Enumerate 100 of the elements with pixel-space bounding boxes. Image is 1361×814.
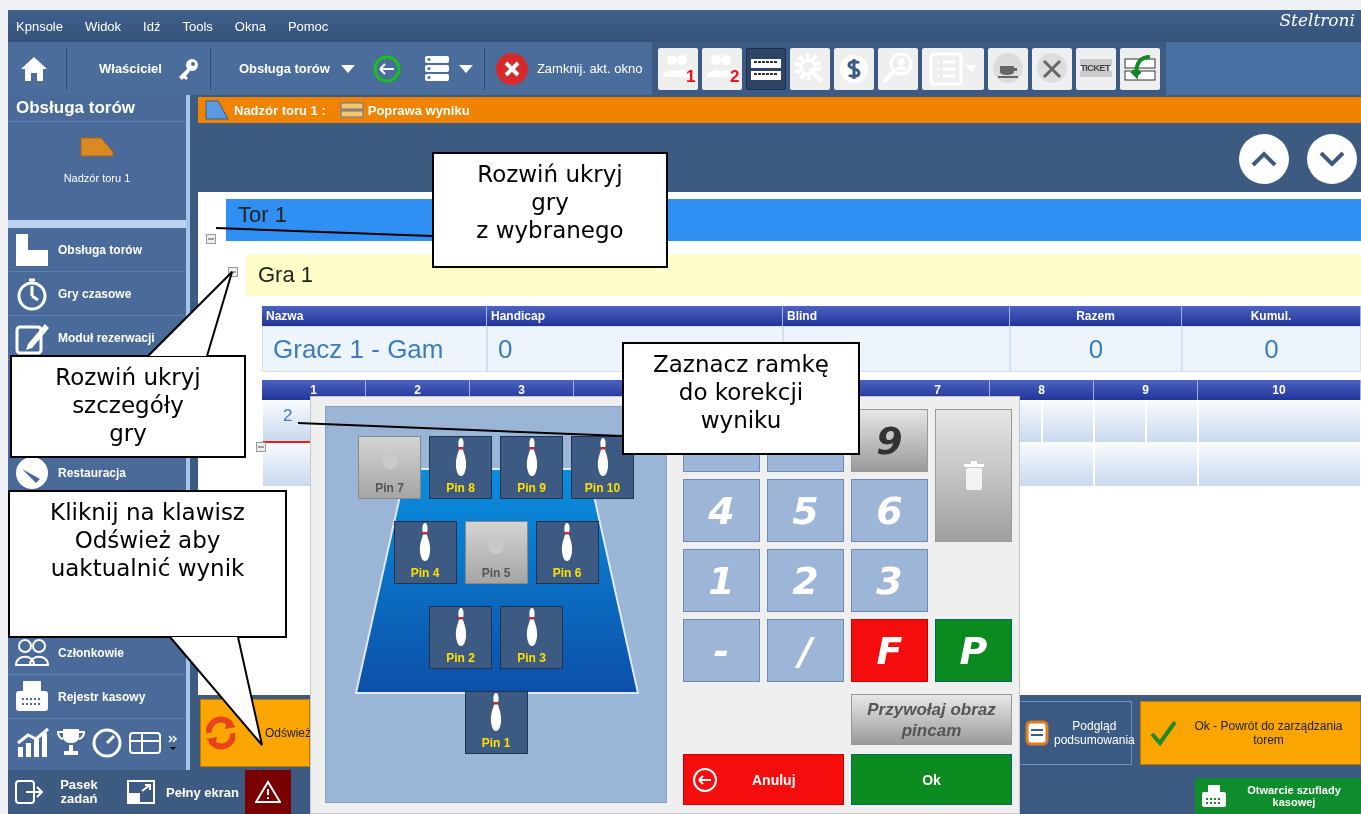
key-button[interactable]: F [851, 619, 928, 682]
toolbar-button[interactable] [1032, 47, 1073, 90]
toolbar-button[interactable] [878, 47, 919, 90]
frame-total-cell[interactable] [1198, 443, 1361, 487]
score-cell[interactable] [1094, 400, 1146, 443]
server-icon[interactable] [423, 54, 450, 83]
badge-number: 2 [729, 66, 740, 87]
menu-item[interactable]: Idź [143, 18, 161, 34]
menu-item[interactable]: Pomoc [287, 18, 329, 34]
toolbar-button[interactable]: 2 [702, 47, 743, 90]
pin-button[interactable]: Pin 5 [464, 521, 528, 584]
lane-item[interactable]: Nadzór toru 1 [63, 136, 131, 184]
pin-button[interactable]: Pin 6 [535, 521, 599, 584]
collapse-icon[interactable] [228, 267, 238, 277]
toolbar-button[interactable]: TICKET [1076, 47, 1117, 90]
warning-button[interactable] [245, 770, 291, 814]
pincam-button[interactable]: Przywołaj obraz pincam [851, 694, 1012, 745]
game-header[interactable]: Gra 1 [246, 254, 1361, 296]
column-header: Razem [1010, 306, 1182, 326]
scroll-down-button[interactable] [1307, 133, 1357, 184]
cash-drawer-button[interactable]: Otwarcie szuflady kasowej [1195, 778, 1361, 814]
ticket-label: TICKET [1080, 62, 1110, 73]
menu-item[interactable]: Widok [85, 18, 122, 34]
key-button[interactable]: P [935, 619, 1012, 682]
sidebar-title: Obsługa torów [8, 95, 186, 122]
frame-total-cell[interactable] [1094, 443, 1198, 487]
close-window-label[interactable]: Zamknij. akt. okno [536, 61, 643, 76]
table-cell: 0 [1010, 326, 1182, 372]
bowling-pin-icon [453, 607, 468, 647]
ticket-icon[interactable] [128, 729, 162, 757]
lane-icon [204, 99, 230, 121]
score-cell[interactable] [1146, 400, 1198, 443]
menu-item[interactable]: Kpnsole [16, 18, 63, 34]
pin-button[interactable]: Pin 1 [464, 691, 528, 754]
taskbar-button[interactable]: Pasek zadań [8, 770, 110, 814]
back-icon [692, 766, 718, 793]
user-name: Właściciel [99, 61, 162, 76]
delete-button[interactable] [935, 409, 1012, 542]
pin-button[interactable]: Pin 7 [358, 436, 421, 499]
back-icon[interactable] [371, 53, 402, 84]
toolbar-button[interactable] [922, 47, 985, 90]
caret-icon[interactable] [457, 63, 474, 74]
nav-item[interactable]: Rejestr kasowy [8, 675, 186, 719]
key-button[interactable]: 9 [851, 409, 928, 472]
back-to-lanes-button[interactable]: Ok - Powrót do zarządzania torem [1140, 700, 1361, 765]
column-header: Kumul. [1182, 306, 1361, 326]
score-icon [339, 102, 364, 118]
bowling-pin-icon [489, 692, 503, 732]
menu-item[interactable]: Tools [182, 18, 213, 34]
toolbar-button[interactable]: 1 [658, 47, 699, 90]
nav-item[interactable]: Gry czasowe [8, 272, 186, 316]
module-dropdown[interactable]: Obsługa torów [232, 60, 336, 77]
badge-number: 1 [685, 66, 696, 87]
pin-button[interactable]: Pin 8 [429, 436, 492, 499]
column-header: Blind [783, 306, 1010, 326]
menu-item[interactable]: Okna [234, 18, 266, 34]
more-icon[interactable] [168, 733, 178, 753]
ok-button[interactable]: Ok [851, 754, 1012, 805]
refresh-icon [203, 714, 235, 751]
score-cell[interactable] [1198, 400, 1361, 443]
check-icon [1149, 718, 1177, 747]
toolbar-button[interactable] [1120, 47, 1161, 90]
pin-button[interactable]: Pin 3 [500, 606, 563, 669]
pin-button[interactable]: Pin 10 [571, 436, 634, 499]
printer-icon [1201, 784, 1227, 808]
toolbar-button[interactable] [988, 47, 1029, 90]
exit-icon [14, 779, 44, 805]
cancel-button[interactable]: Anuluj [683, 754, 844, 805]
close-icon[interactable] [494, 51, 529, 86]
pin-button[interactable]: Pin 2 [429, 606, 492, 669]
bowling-pin-icon [418, 522, 432, 562]
chevron-down-icon [1319, 150, 1345, 167]
chevron-up-icon [1251, 150, 1277, 167]
bowling-pin-icon [524, 607, 539, 647]
caret-icon[interactable] [339, 63, 356, 74]
scroll-up-button[interactable] [1239, 133, 1289, 184]
resize-icon [126, 779, 156, 805]
player-name[interactable]: Gracz 1 - Gam [262, 326, 487, 372]
toolbar-button[interactable] [834, 47, 875, 90]
lanes-icon [14, 231, 50, 268]
chart-icon[interactable] [16, 727, 50, 759]
fullscreen-button[interactable]: Pełny ekran [120, 770, 245, 814]
home-icon [20, 55, 48, 82]
nav-item[interactable]: Obsługa torów [8, 228, 186, 272]
toolbar-button[interactable] [746, 47, 787, 90]
column-header: Handicap [487, 306, 783, 326]
toolbar-button[interactable] [790, 47, 831, 90]
pin-button[interactable]: Pin 4 [393, 521, 457, 584]
gauge-icon[interactable] [92, 727, 122, 759]
bowling-pin-icon [524, 437, 539, 477]
callout-tooltip: Zaznacz ramkę do korekcji wyniku [622, 342, 860, 455]
lane-icon [79, 136, 115, 158]
pin-button[interactable]: Pin 9 [500, 436, 563, 499]
bowling-pin-icon [560, 522, 574, 562]
column-header: Nazwa [262, 306, 487, 326]
logo: Steltroni [1279, 10, 1355, 30]
score-cell[interactable] [1042, 400, 1094, 443]
callout-tooltip: Rozwiń ukryj gry z wybranego [432, 152, 668, 268]
bowling-pin-icon [453, 437, 468, 477]
bowling-pin-icon [595, 437, 610, 477]
